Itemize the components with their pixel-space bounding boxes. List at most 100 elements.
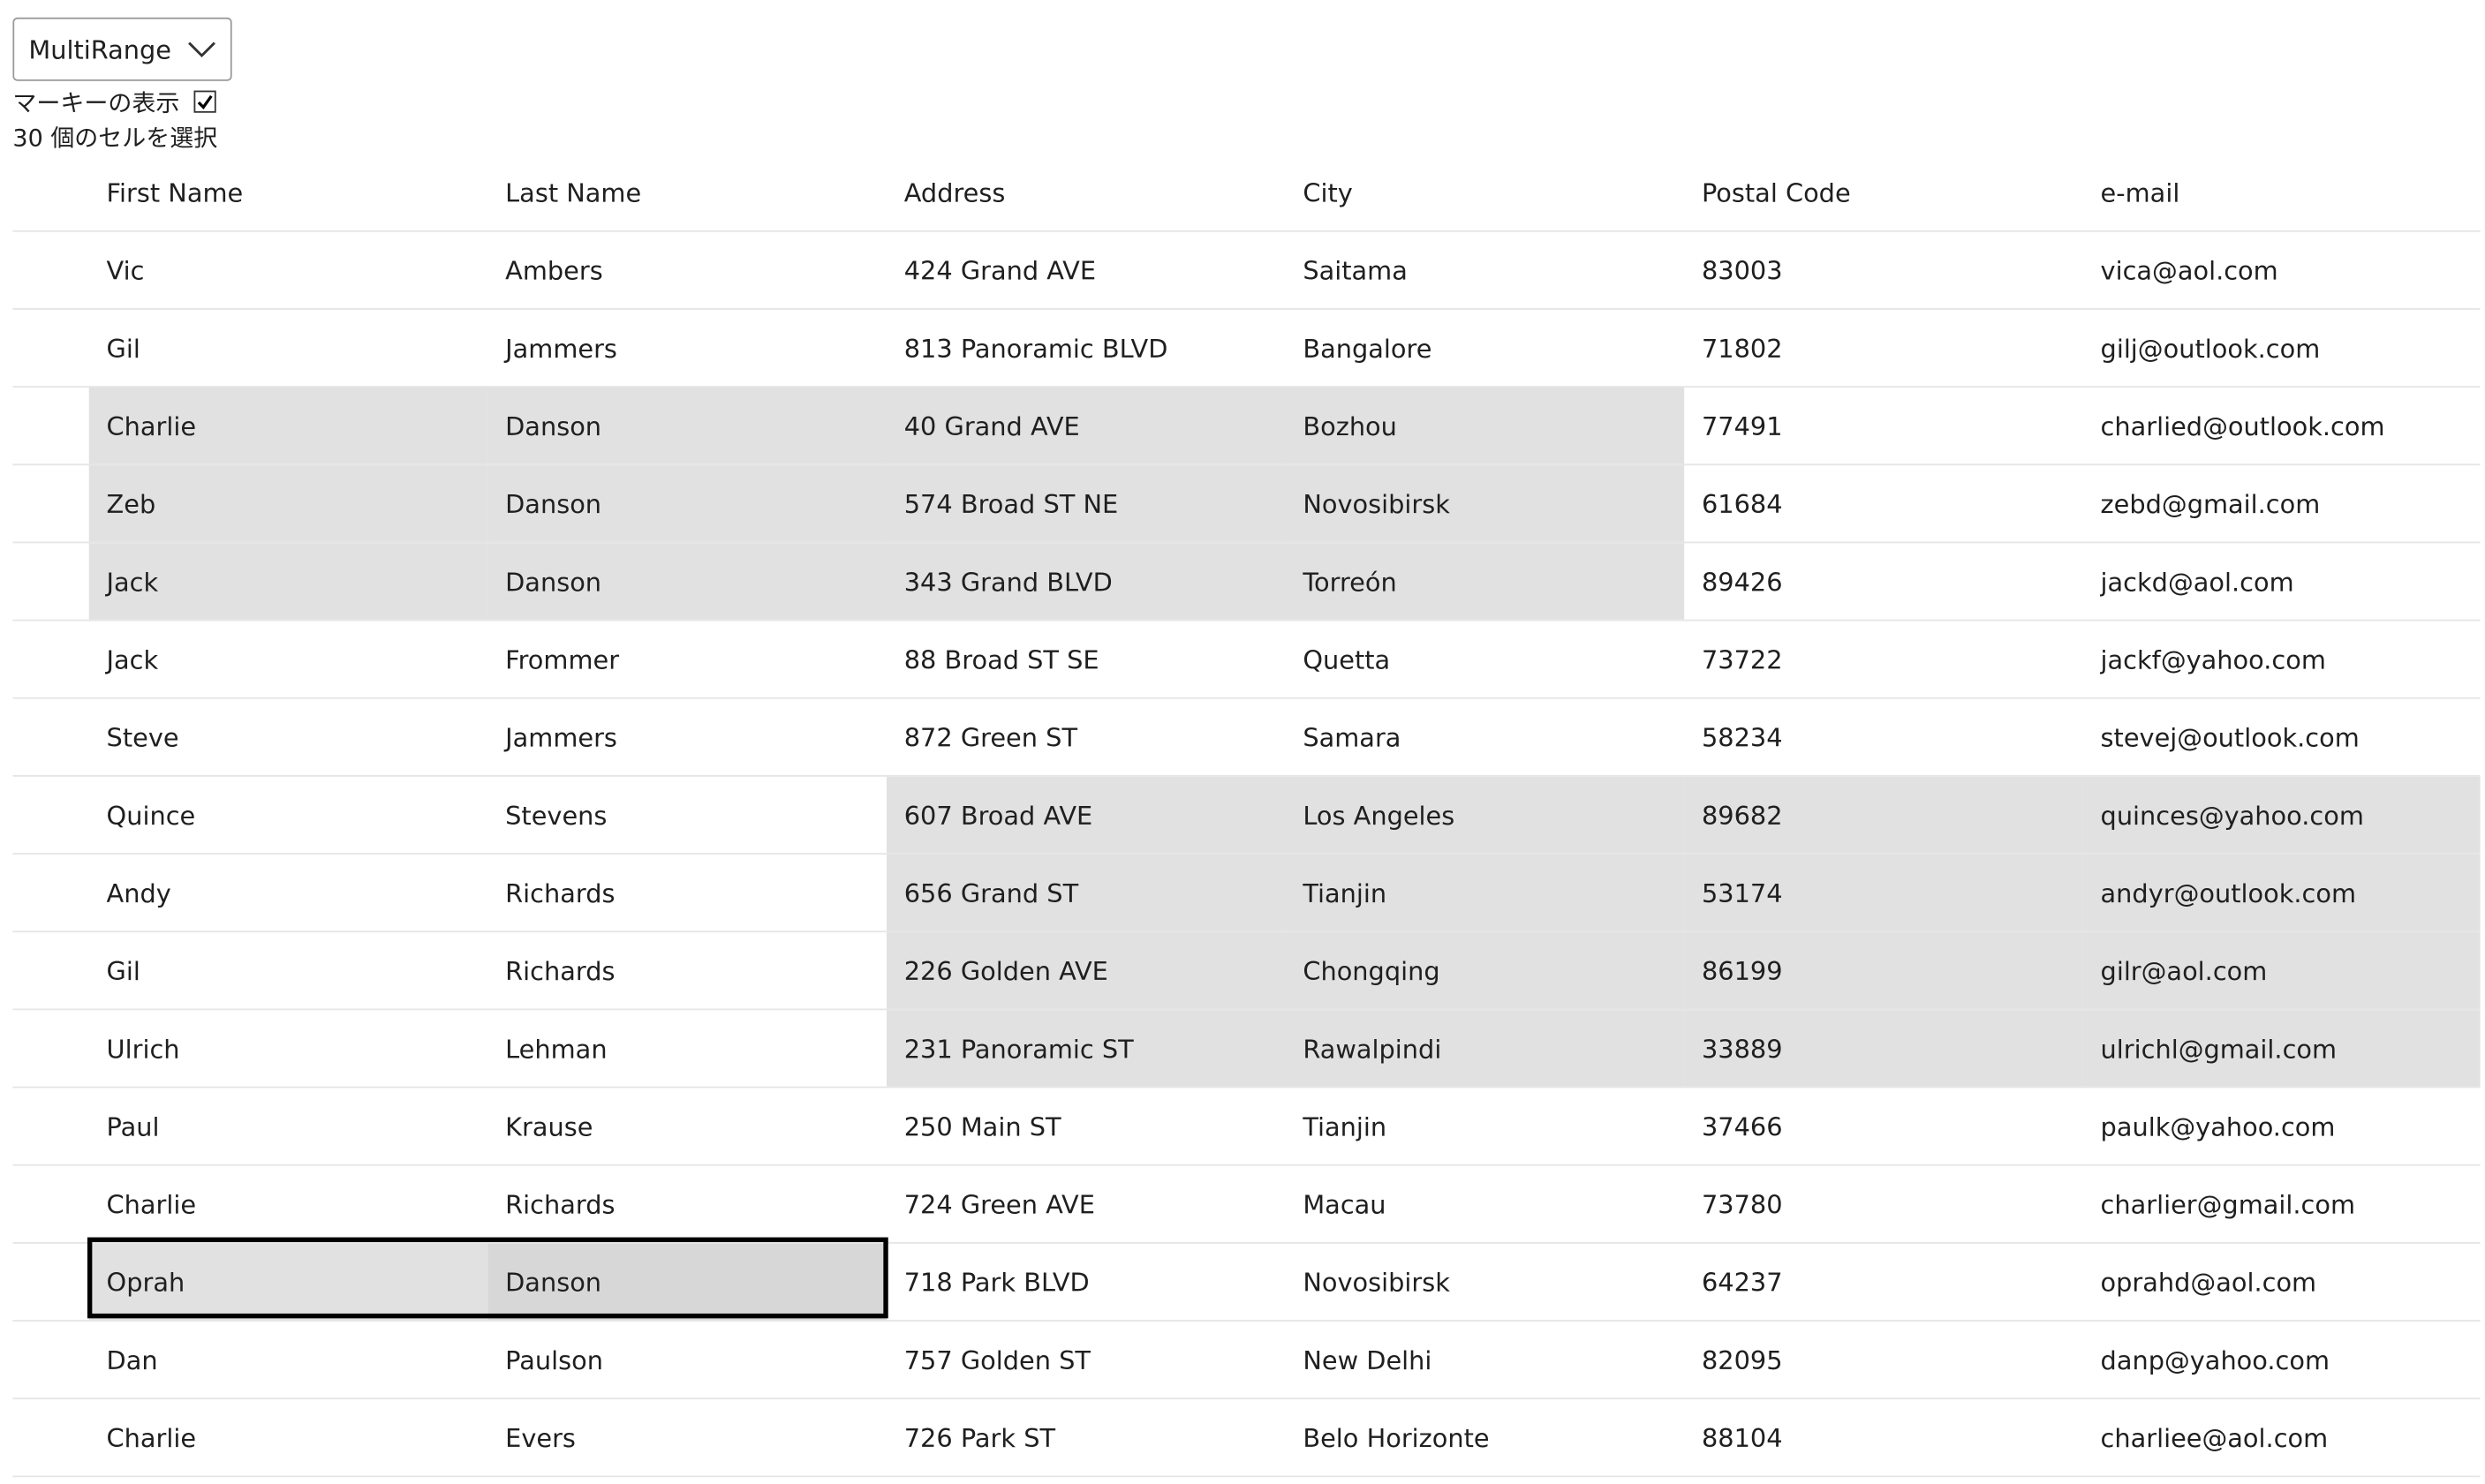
cell-address[interactable]: 656 Grand ST xyxy=(886,854,1286,931)
column-header-address[interactable]: Address xyxy=(887,154,1286,230)
cell-city[interactable]: Los Angeles xyxy=(1285,776,1685,854)
column-header-city[interactable]: City xyxy=(1286,154,1685,230)
cell-postal-code[interactable]: 37466 xyxy=(1684,1088,2083,1164)
cell-address[interactable]: 226 Golden AVE xyxy=(886,932,1286,1009)
cell-postal-code[interactable]: 58234 xyxy=(1684,699,2083,775)
table-row[interactable]: Charlie Evers 726 Park ST Belo Horizonte 881… xyxy=(12,1399,2481,1478)
cell-email[interactable]: charlier@gmail.com xyxy=(2083,1166,2481,1242)
cell-email[interactable]: vica@aol.com xyxy=(2083,232,2481,308)
cell-last-name[interactable]: Jammers xyxy=(487,699,887,775)
cell-city[interactable]: New Delhi xyxy=(1286,1322,1685,1397)
cell-address[interactable]: 718 Park BLVD xyxy=(887,1244,1286,1320)
cell-email[interactable]: quinces@yahoo.com xyxy=(2082,776,2481,854)
cell-address[interactable]: 757 Golden ST xyxy=(887,1322,1286,1397)
cell-first-name[interactable]: Oprah xyxy=(88,1243,488,1321)
cell-postal-code[interactable]: 88104 xyxy=(1684,1399,2083,1475)
cell-email[interactable]: jackf@yahoo.com xyxy=(2083,621,2481,697)
table-row[interactable]: Zeb Danson 574 Broad ST NE Novosibirsk 61684… xyxy=(12,465,2481,544)
cell-address[interactable]: 231 Panoramic ST xyxy=(886,1010,1286,1087)
cell-last-name[interactable]: Richards xyxy=(487,855,887,930)
cell-email[interactable]: gilr@aol.com xyxy=(2082,932,2481,1009)
cell-email[interactable]: jackd@aol.com xyxy=(2083,543,2481,619)
cell-postal-code[interactable]: 71802 xyxy=(1684,310,2083,386)
cell-postal-code[interactable]: 61684 xyxy=(1684,465,2083,541)
cell-postal-code[interactable]: 73780 xyxy=(1684,1166,2083,1242)
table-row[interactable]: Vic Ambers 424 Grand AVE Saitama 83003 vica@a… xyxy=(12,232,2481,310)
cell-postal-code[interactable]: 33889 xyxy=(1684,1010,2083,1087)
cell-first-name[interactable]: Charlie xyxy=(89,1166,488,1242)
cell-last-name[interactable]: Danson xyxy=(487,543,887,620)
cell-first-name[interactable]: Steve xyxy=(89,699,488,775)
cell-first-name[interactable]: Zeb xyxy=(88,465,488,542)
cell-email[interactable]: ulrichl@gmail.com xyxy=(2082,1010,2481,1087)
cell-first-name[interactable]: Charlie xyxy=(88,388,488,464)
cell-first-name[interactable]: Ulrich xyxy=(89,1010,488,1086)
cell-last-name[interactable]: Krause xyxy=(487,1088,887,1164)
cell-city[interactable]: Saitama xyxy=(1286,232,1685,308)
cell-address[interactable]: 250 Main ST xyxy=(887,1088,1286,1164)
table-row[interactable]: Charlie Danson 40 Grand AVE Bozhou 77491 char… xyxy=(12,388,2481,466)
cell-address[interactable]: 726 Park ST xyxy=(887,1399,1286,1475)
cell-first-name[interactable]: Gil xyxy=(89,310,488,386)
cell-city[interactable]: Tianjin xyxy=(1285,854,1685,931)
cell-city[interactable]: Bozhou xyxy=(1285,388,1685,464)
cell-first-name[interactable]: Charlie xyxy=(89,1399,488,1475)
column-header-email[interactable]: e-mail xyxy=(2083,154,2481,230)
cell-first-name[interactable]: Gil xyxy=(89,932,488,1008)
table-row[interactable]: Andy Richards 656 Grand ST Tianjin 53174 andy… xyxy=(12,854,2481,933)
cell-first-name[interactable]: Andy xyxy=(89,855,488,930)
column-header-first-name[interactable]: First Name xyxy=(89,154,488,230)
cell-first-name[interactable]: Jack xyxy=(89,621,488,697)
cell-city[interactable]: Belo Horizonte xyxy=(1286,1399,1685,1475)
cell-email[interactable]: charliee@aol.com xyxy=(2083,1399,2481,1475)
selection-mode-combobox[interactable]: MultiRange xyxy=(12,17,232,81)
table-row[interactable]: Quince Stevens 607 Broad AVE Los Angeles 896… xyxy=(12,776,2481,855)
cell-address[interactable]: 724 Green AVE xyxy=(887,1166,1286,1242)
cell-email[interactable]: zebd@gmail.com xyxy=(2083,465,2481,541)
cell-address[interactable]: 40 Grand AVE xyxy=(886,388,1286,464)
cell-city[interactable]: Macau xyxy=(1286,1166,1685,1242)
cell-city[interactable]: Novosibirsk xyxy=(1286,1244,1685,1320)
cell-first-name[interactable]: Quince xyxy=(89,777,488,853)
cell-last-name[interactable]: Paulson xyxy=(487,1322,887,1397)
table-row[interactable]: Oprah Danson 718 Park BLVD Novosibirsk 64237… xyxy=(12,1243,2481,1322)
table-row[interactable]: Jack Frommer 88 Broad ST SE Quetta 73722 jack… xyxy=(12,621,2481,699)
cell-address[interactable]: 872 Green ST xyxy=(887,699,1286,775)
cell-city[interactable]: Tianjin xyxy=(1286,1088,1685,1164)
cell-address[interactable]: 88 Broad ST SE xyxy=(887,621,1286,697)
cell-postal-code[interactable]: 86199 xyxy=(1684,932,2083,1009)
table-row[interactable]: Charlie Richards 724 Green AVE Macau 73780 ch… xyxy=(12,1166,2481,1244)
cell-last-name[interactable]: Richards xyxy=(487,932,887,1008)
table-row[interactable]: Dan Paulson 757 Golden ST New Delhi 82095 dan… xyxy=(12,1322,2481,1400)
cell-email[interactable]: paulk@yahoo.com xyxy=(2083,1088,2481,1164)
cell-address[interactable]: 813 Panoramic BLVD xyxy=(887,310,1286,386)
cell-city[interactable]: Bangalore xyxy=(1286,310,1685,386)
cell-city[interactable]: Torreón xyxy=(1285,543,1685,620)
column-header-last-name[interactable]: Last Name xyxy=(487,154,887,230)
cell-last-name[interactable]: Danson xyxy=(487,465,887,542)
cell-address[interactable]: 607 Broad AVE xyxy=(886,776,1286,854)
table-row[interactable]: Paul Krause 250 Main ST Tianjin 37466 paulk@y… xyxy=(12,1088,2481,1166)
cell-last-name[interactable]: Lehman xyxy=(487,1010,887,1086)
cell-postal-code[interactable]: 73722 xyxy=(1684,621,2083,697)
cell-email[interactable]: charlied@outlook.com xyxy=(2083,388,2481,463)
cell-last-name[interactable]: Jammers xyxy=(487,310,887,386)
table-row[interactable]: Ulrich Lehman 231 Panoramic ST Rawalpindi 33… xyxy=(12,1010,2481,1089)
cell-address[interactable]: 343 Grand BLVD xyxy=(886,543,1286,620)
cell-last-name[interactable]: Richards xyxy=(487,1166,887,1242)
cell-last-name[interactable]: Danson xyxy=(487,388,887,464)
cell-postal-code[interactable]: 64237 xyxy=(1684,1244,2083,1320)
cell-address[interactable]: 574 Broad ST NE xyxy=(886,465,1286,542)
cell-city[interactable]: Rawalpindi xyxy=(1285,1010,1685,1087)
cell-first-name[interactable]: Paul xyxy=(89,1088,488,1164)
column-header-postal-code[interactable]: Postal Code xyxy=(1684,154,2083,230)
table-row[interactable]: Jack Danson 343 Grand BLVD Torreón 89426 jack… xyxy=(12,543,2481,621)
cell-last-name[interactable]: Evers xyxy=(487,1399,887,1475)
cell-postal-code[interactable]: 83003 xyxy=(1684,232,2083,308)
cell-city[interactable]: Quetta xyxy=(1286,621,1685,697)
table-row[interactable]: Gil Jammers 813 Panoramic BLVD Bangalore 718… xyxy=(12,310,2481,388)
cell-email[interactable]: danp@yahoo.com xyxy=(2083,1322,2481,1397)
cell-last-name[interactable]: Ambers xyxy=(487,232,887,308)
cell-first-name[interactable]: Jack xyxy=(88,543,488,620)
cell-postal-code[interactable]: 89426 xyxy=(1684,543,2083,619)
